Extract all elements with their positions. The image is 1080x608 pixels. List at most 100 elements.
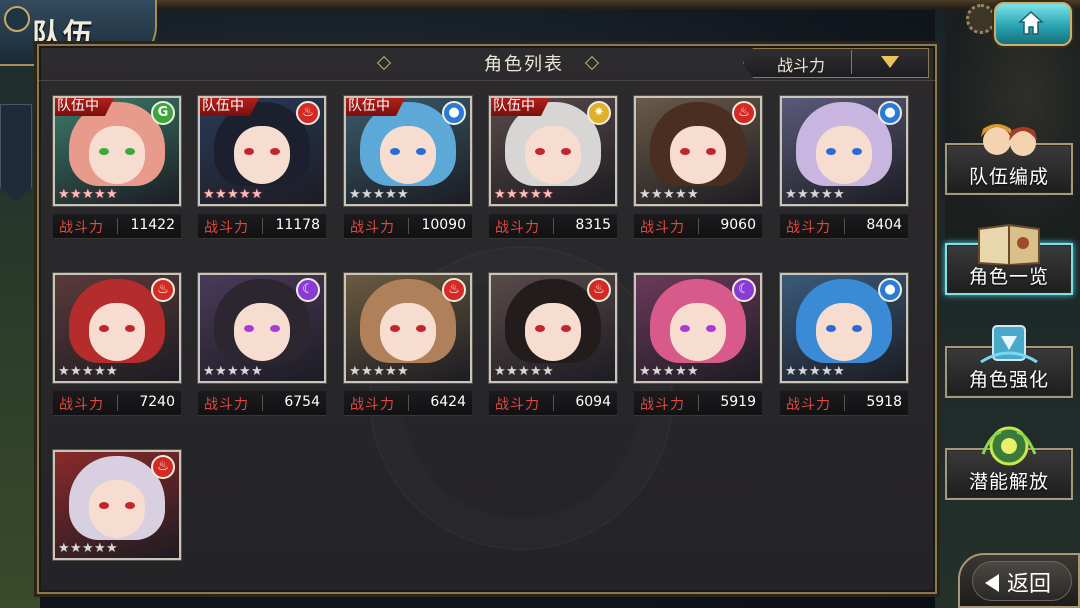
wind-element-icon: G: [151, 101, 175, 125]
fire-element-icon: ♨: [732, 101, 756, 125]
star-icon: ★: [58, 364, 70, 379]
portrait-face: [234, 126, 290, 184]
portrait-eye: [270, 325, 280, 332]
character-card[interactable]: ♨ ★ ★ ★ ★ ★ 战斗力 6094: [489, 273, 617, 423]
back-button[interactable]: 返回: [958, 553, 1080, 608]
power-label: 战斗力: [495, 397, 540, 413]
rarity-stars: ★ ★ ★ ★ ★: [785, 188, 845, 202]
star-icon: ★: [675, 364, 687, 379]
fire-element-icon: ♨: [587, 278, 611, 302]
character-card[interactable]: 队伍中 ♨ ★ ★ ★ ★ ★ 战斗力 11178: [198, 96, 326, 246]
power-label: 战斗力: [640, 220, 685, 236]
character-portrait[interactable]: 队伍中 ✷ ★ ★ ★ ★ ★: [489, 96, 617, 206]
character-card[interactable]: ● ★ ★ ★ ★ ★ 战斗力 5918: [780, 273, 908, 423]
character-list-button[interactable]: 角色一览: [945, 223, 1073, 295]
character-portrait[interactable]: 队伍中 ♨ ★ ★ ★ ★ ★: [198, 96, 326, 206]
power-separator: [553, 395, 554, 411]
portrait-eye: [535, 325, 545, 332]
potential-release-button[interactable]: 潜能解放: [945, 426, 1073, 500]
star-icon: ★: [70, 187, 82, 202]
fire-element-icon: ♨: [296, 101, 320, 125]
character-card[interactable]: ♨ ★ ★ ★ ★ ★ 战斗力 9060: [634, 96, 762, 246]
portrait-eye: [99, 502, 109, 509]
character-card[interactable]: ● ★ ★ ★ ★ ★ 战斗力 8404: [780, 96, 908, 246]
character-card[interactable]: ♨ ★ ★ ★ ★ ★: [53, 450, 181, 600]
power-label: 战斗力: [786, 397, 831, 413]
star-icon: ★: [94, 541, 106, 556]
character-portrait[interactable]: ♨ ★ ★ ★ ★ ★: [53, 273, 181, 383]
star-icon: ★: [809, 364, 821, 379]
home-button[interactable]: [994, 2, 1072, 46]
star-icon: ★: [82, 541, 94, 556]
star-icon: ★: [639, 364, 651, 379]
star-icon: ★: [58, 187, 70, 202]
character-portrait[interactable]: ♨ ★ ★ ★ ★ ★: [53, 450, 181, 560]
portrait-eye: [561, 325, 571, 332]
power-label: 战斗力: [495, 220, 540, 236]
enhance-crystal-icon: [980, 325, 1038, 364]
in-party-badge: 队伍中: [489, 96, 551, 116]
character-portrait[interactable]: ☾ ★ ★ ★ ★ ★: [634, 273, 762, 383]
character-portrait[interactable]: ♨ ★ ★ ★ ★ ★: [344, 273, 472, 383]
dropdown-arrow-icon[interactable]: [881, 56, 899, 68]
power-value: 8404: [866, 217, 902, 233]
power-bar: 战斗力 11422: [53, 214, 181, 239]
rarity-stars: ★ ★ ★ ★ ★: [639, 365, 699, 379]
power-value: 5918: [866, 394, 902, 410]
team-formation-button[interactable]: 队伍编成: [945, 124, 1073, 195]
character-card[interactable]: ♨ ★ ★ ★ ★ ★ 战斗力 7240: [53, 273, 181, 423]
star-icon: ★: [251, 187, 263, 202]
star-icon: ★: [361, 364, 373, 379]
rarity-stars: ★ ★ ★ ★ ★: [203, 188, 263, 202]
back-arrow-icon: [985, 574, 999, 592]
star-icon: ★: [821, 187, 833, 202]
character-portrait[interactable]: 队伍中 ● ★ ★ ★ ★ ★: [344, 96, 472, 206]
star-icon: ★: [239, 187, 251, 202]
portrait-face: [816, 126, 872, 184]
character-portrait[interactable]: ☾ ★ ★ ★ ★ ★: [198, 273, 326, 383]
portrait-eye: [244, 325, 254, 332]
power-label: 战斗力: [204, 220, 249, 236]
star-icon: ★: [227, 187, 239, 202]
star-icon: ★: [82, 187, 94, 202]
star-icon: ★: [663, 364, 675, 379]
character-card[interactable]: 队伍中 G ★ ★ ★ ★ ★ 战斗力 11422: [53, 96, 181, 246]
rarity-stars: ★ ★ ★ ★ ★: [785, 365, 845, 379]
star-icon: ★: [106, 541, 118, 556]
portrait-eye: [416, 325, 426, 332]
character-card[interactable]: 队伍中 ✷ ★ ★ ★ ★ ★ 战斗力 8315: [489, 96, 617, 246]
star-icon: ★: [651, 187, 663, 202]
character-card[interactable]: ☾ ★ ★ ★ ★ ★ 战斗力 5919: [634, 273, 762, 423]
sort-label[interactable]: 战斗力: [771, 52, 831, 76]
back-button-inner[interactable]: 返回: [972, 561, 1072, 601]
star-icon: ★: [70, 541, 82, 556]
portrait-eye: [125, 325, 135, 332]
character-portrait[interactable]: ♨ ★ ★ ★ ★ ★: [634, 96, 762, 206]
portrait-eye: [826, 325, 836, 332]
power-value: 11178: [275, 217, 320, 233]
portrait-eye: [561, 148, 571, 155]
power-value: 9060: [720, 217, 756, 233]
portrait-face: [525, 126, 581, 184]
character-card[interactable]: ♨ ★ ★ ★ ★ ★ 战斗力 6424: [344, 273, 472, 423]
star-icon: ★: [506, 187, 518, 202]
power-value: 10090: [421, 217, 466, 233]
power-separator: [698, 395, 699, 411]
power-separator: [262, 218, 263, 234]
character-card[interactable]: ☾ ★ ★ ★ ★ ★ 战斗力 6754: [198, 273, 326, 423]
portrait-eye: [826, 148, 836, 155]
character-card[interactable]: 队伍中 ● ★ ★ ★ ★ ★ 战斗力 10090: [344, 96, 472, 246]
power-value: 6094: [575, 394, 611, 410]
power-bar: 战斗力 8315: [489, 214, 617, 239]
character-portrait[interactable]: ♨ ★ ★ ★ ★ ★: [489, 273, 617, 383]
water-element-icon: ●: [878, 101, 902, 125]
star-icon: ★: [785, 187, 797, 202]
power-label: 战斗力: [786, 220, 831, 236]
character-portrait[interactable]: ● ★ ★ ★ ★ ★: [780, 273, 908, 383]
star-icon: ★: [215, 187, 227, 202]
character-portrait[interactable]: 队伍中 G ★ ★ ★ ★ ★: [53, 96, 181, 206]
character-enhance-button[interactable]: 角色强化: [945, 325, 1073, 398]
character-portrait[interactable]: ● ★ ★ ★ ★ ★: [780, 96, 908, 206]
star-icon: ★: [506, 364, 518, 379]
power-bar: 战斗力 6094: [489, 391, 617, 416]
